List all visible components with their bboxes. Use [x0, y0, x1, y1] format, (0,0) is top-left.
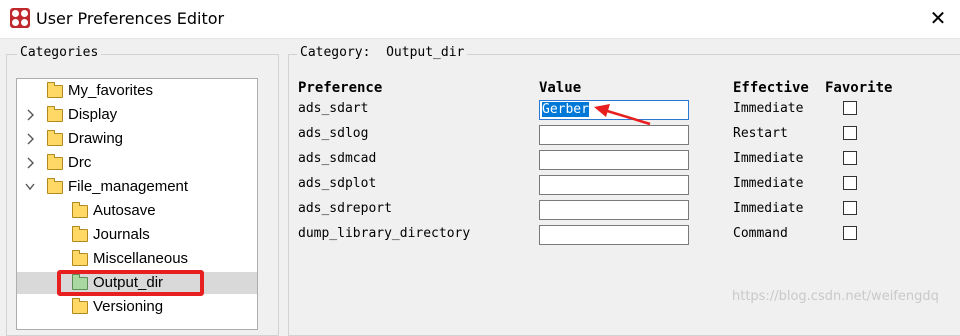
app-logo-icon: [10, 8, 30, 28]
value-input[interactable]: [539, 150, 689, 170]
tree-item-label: Autosave: [93, 202, 156, 219]
folder-icon: [47, 82, 63, 98]
folder-icon: [72, 202, 88, 218]
tree-item[interactable]: Drawing: [17, 128, 257, 150]
favorite-checkbox[interactable]: [843, 101, 857, 115]
title-bar: User Preferences Editor ✕: [0, 0, 960, 38]
chevron-icon[interactable]: [25, 128, 35, 150]
value-input[interactable]: [539, 200, 689, 220]
folder-icon: [72, 226, 88, 242]
effective-text: Immediate: [733, 201, 804, 216]
chevron-icon[interactable]: [25, 176, 35, 198]
folder-icon: [47, 178, 63, 194]
tree-item[interactable]: File_management: [17, 176, 257, 198]
chevron-icon[interactable]: [25, 104, 35, 126]
annotation-arrow: [594, 104, 651, 126]
preference-name: ads_sdmcad: [298, 151, 377, 166]
tree-item-label: Drc: [68, 154, 92, 171]
window-title: User Preferences Editor: [36, 9, 225, 28]
watermark: https://blog.csdn.net/weifengdq: [732, 289, 939, 304]
tree-item[interactable]: Journals: [17, 224, 257, 246]
tree-item-label: My_favorites: [68, 82, 154, 99]
preference-name: dump_library_directory: [298, 226, 471, 241]
highlight-box: [57, 270, 204, 296]
category-label: Category: Output_dir: [297, 45, 468, 60]
folder-icon: [72, 250, 88, 266]
header-favorite: Favorite: [825, 80, 893, 96]
tree-item[interactable]: My_favorites: [17, 80, 257, 102]
folder-icon: [72, 298, 88, 314]
close-icon[interactable]: ✕: [924, 4, 952, 32]
folder-icon: [47, 154, 63, 170]
tree-item[interactable]: Drc: [17, 152, 257, 174]
preference-name: ads_sdreport: [298, 201, 392, 216]
tree-item[interactable]: Versioning: [17, 296, 257, 318]
tree-item-label: Journals: [93, 226, 150, 243]
effective-text: Command: [733, 226, 788, 241]
chevron-icon[interactable]: [25, 152, 35, 174]
tree-item-label: File_management: [68, 178, 189, 195]
preference-name: ads_sdart: [298, 101, 369, 116]
header-effective: Effective: [733, 80, 809, 96]
effective-text: Immediate: [733, 176, 804, 191]
header-value: Value: [539, 80, 582, 96]
preference-name: ads_sdlog: [298, 126, 369, 141]
folder-icon: [47, 130, 63, 146]
tree-item-label: Display: [68, 106, 118, 123]
value-text: Gerber: [542, 102, 589, 117]
favorite-checkbox[interactable]: [843, 176, 857, 190]
tree-item[interactable]: Miscellaneous: [17, 248, 257, 270]
preference-name: ads_sdplot: [298, 176, 377, 191]
tree-item[interactable]: Autosave: [17, 200, 257, 222]
tree-item-label: Miscellaneous: [93, 250, 189, 267]
favorite-checkbox[interactable]: [843, 226, 857, 240]
effective-text: Restart: [733, 126, 788, 141]
categories-label: Categories: [17, 45, 102, 60]
header-preference: Preference: [298, 80, 383, 96]
tree-item-label: Drawing: [68, 130, 124, 147]
folder-icon: [47, 106, 63, 122]
value-input[interactable]: [539, 175, 689, 195]
effective-text: Immediate: [733, 151, 804, 166]
tree-item[interactable]: Display: [17, 104, 257, 126]
title-separator: [0, 38, 960, 39]
value-input[interactable]: [539, 225, 689, 245]
tree-item-label: Versioning: [93, 298, 164, 315]
effective-text: Immediate: [733, 101, 804, 116]
favorite-checkbox[interactable]: [843, 151, 857, 165]
favorite-checkbox[interactable]: [843, 201, 857, 215]
favorite-checkbox[interactable]: [843, 126, 857, 140]
